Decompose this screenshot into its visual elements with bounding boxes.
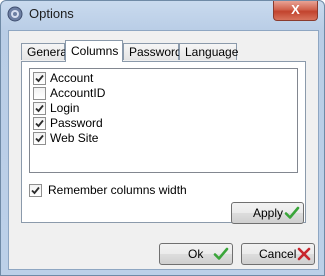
tab-label: General — [27, 45, 70, 59]
checkbox[interactable] — [33, 102, 46, 115]
dialog-body: General Columns Password Language Accoun… — [8, 30, 319, 270]
green-check-icon — [284, 206, 300, 219]
title-bar[interactable]: Options X — [1, 1, 324, 27]
window-title: Options — [29, 6, 74, 21]
checkbox[interactable] — [33, 72, 46, 85]
checkbox[interactable] — [33, 87, 46, 100]
tab-label: Password — [129, 45, 182, 59]
gear-icon — [7, 6, 23, 22]
column-label: Account — [50, 71, 94, 85]
ok-label: Ok — [188, 247, 204, 261]
apply-label: Apply — [253, 206, 284, 220]
column-label: Password — [50, 116, 103, 130]
column-label: Web Site — [50, 131, 99, 145]
checkmark-icon — [31, 186, 40, 195]
column-label: AccountID — [50, 86, 106, 100]
close-button[interactable]: X — [273, 1, 318, 21]
tab-columns[interactable]: Columns — [65, 40, 123, 62]
tab-label: Columns — [71, 44, 119, 58]
checkmark-icon — [35, 104, 44, 113]
tab-label: Language — [185, 45, 239, 59]
columns-tab-panel: Account AccountID Login Password Web Sit… — [21, 61, 306, 224]
green-check-icon — [213, 247, 229, 260]
cancel-label: Cancel — [259, 247, 297, 261]
checkmark-icon — [35, 134, 44, 143]
checkmark-icon — [35, 119, 44, 128]
checkmark-icon — [35, 74, 44, 83]
options-dialog: Options X General Columns Password Langu… — [0, 0, 325, 276]
ok-button[interactable]: Ok — [159, 243, 233, 265]
tab-language[interactable]: Language — [179, 43, 239, 60]
tab-general[interactable]: General — [21, 43, 70, 60]
column-label: Login — [50, 101, 80, 115]
columns-list[interactable]: Account AccountID Login Password Web Sit… — [29, 68, 298, 173]
cancel-button[interactable]: Cancel — [241, 243, 315, 265]
remember-label: Remember columns width — [48, 183, 187, 197]
checkbox[interactable] — [33, 132, 46, 145]
apply-button[interactable]: Apply — [231, 202, 304, 224]
red-x-icon — [297, 247, 311, 261]
close-icon: X — [291, 2, 300, 17]
checkbox[interactable] — [29, 184, 42, 197]
tab-password[interactable]: Password — [123, 43, 182, 60]
checkbox[interactable] — [33, 117, 46, 130]
